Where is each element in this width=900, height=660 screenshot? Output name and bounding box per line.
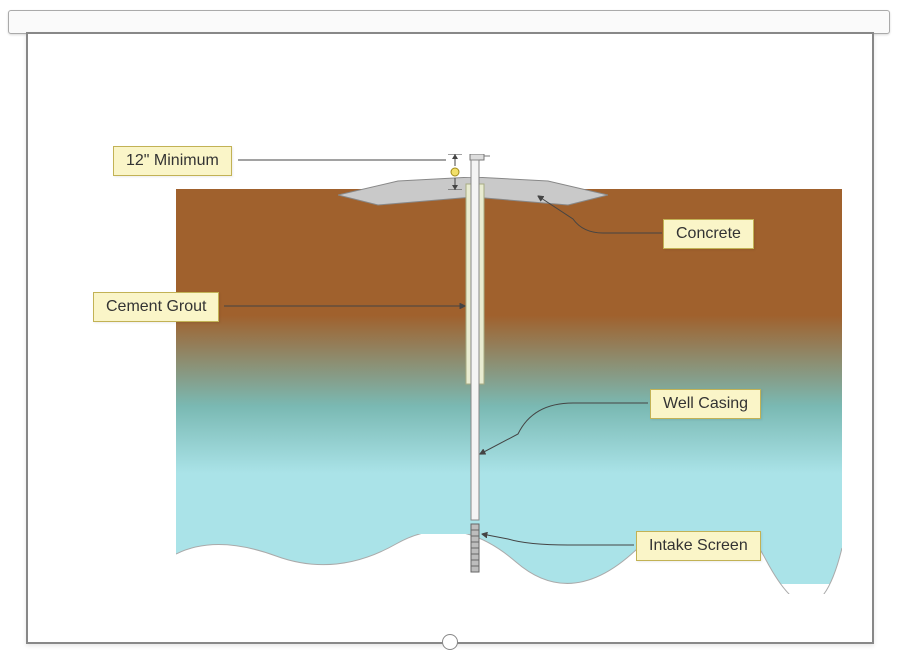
well-diagram: 12" Minimum Concrete Cement Grout Well C… xyxy=(0,0,900,660)
projector-screen-top xyxy=(8,10,890,34)
projector-screen-body: 12" Minimum Concrete Cement Grout Well C… xyxy=(26,32,874,644)
screen-pull-ring-icon xyxy=(442,634,458,650)
leader-lines xyxy=(28,34,872,642)
